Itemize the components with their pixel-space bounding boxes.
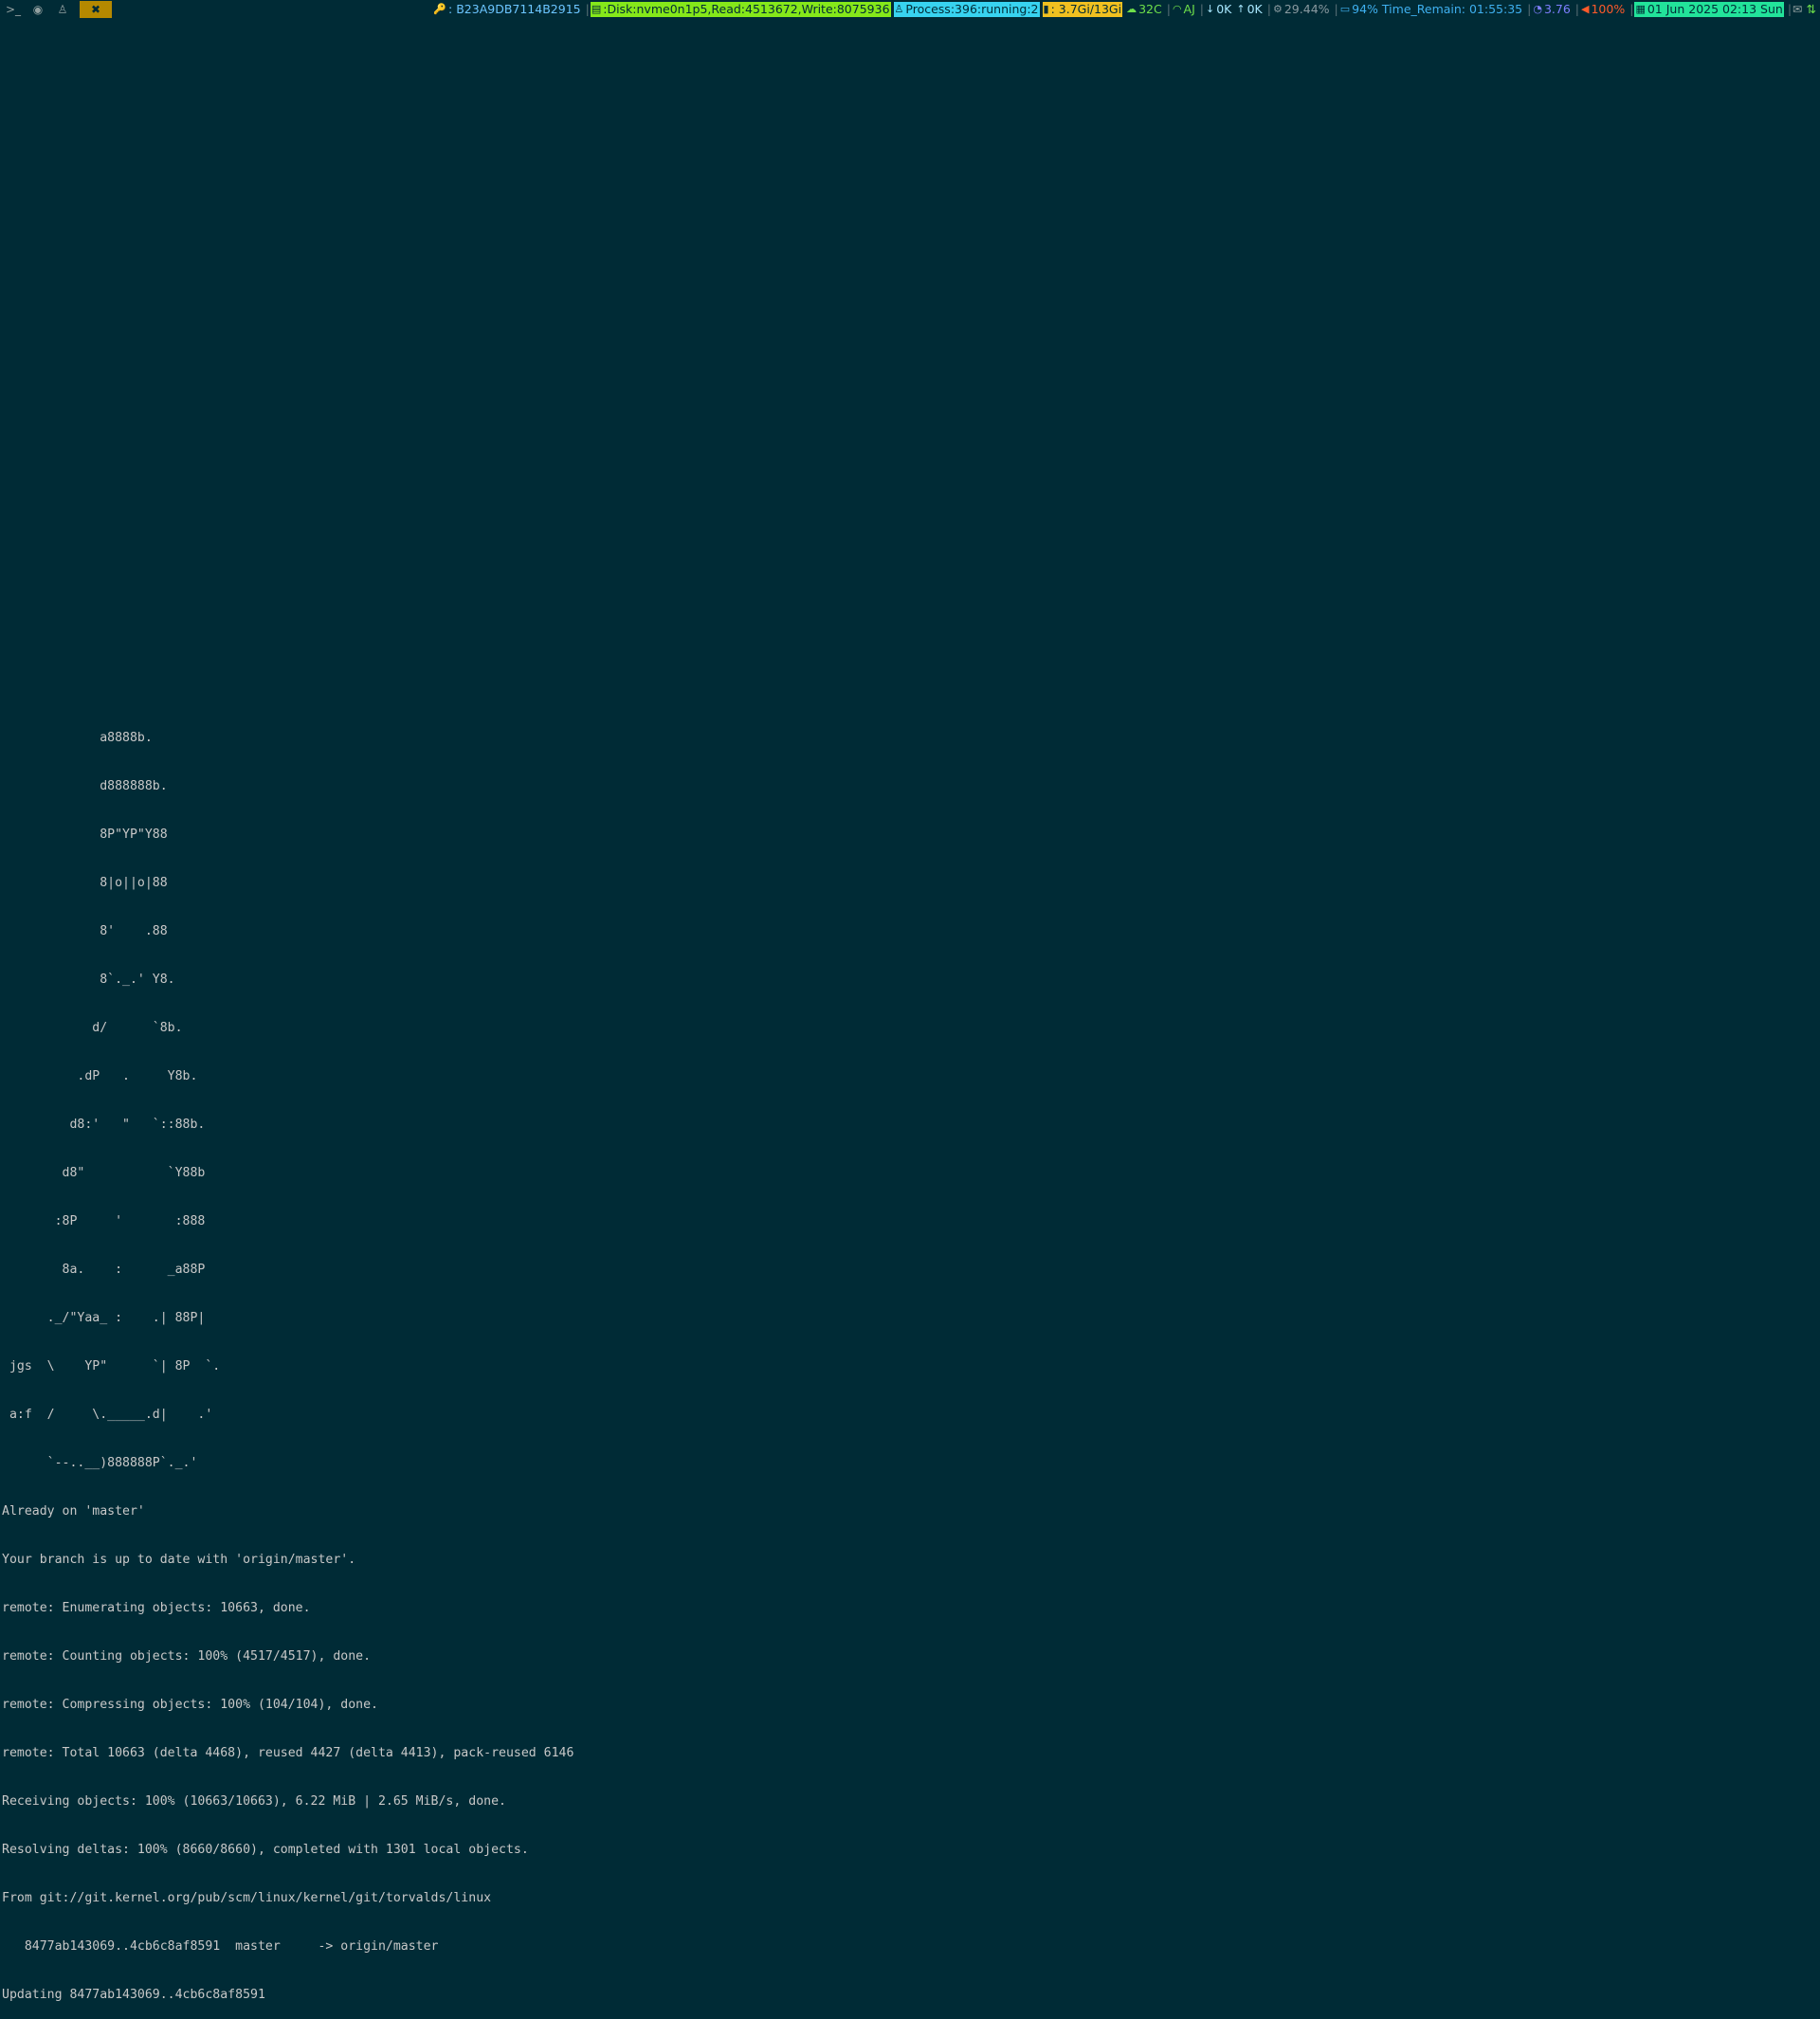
key-indicator: 🔑 : B23A9DB7114B2915 bbox=[432, 2, 581, 17]
battery-text: 94% Time_Remain: 01:55:35 bbox=[1352, 2, 1523, 16]
wifi-icon: ◠ bbox=[1172, 3, 1182, 15]
network-icon[interactable]: ⇅ bbox=[1807, 0, 1816, 19]
battery-icon: ▭ bbox=[1339, 3, 1351, 15]
date-text: 01 Jun 2025 02:13 Sun bbox=[1647, 2, 1783, 16]
upload-text: 0K bbox=[1247, 2, 1263, 16]
wifi-indicator: ◠ AJ bbox=[1172, 2, 1196, 17]
separator: | bbox=[1574, 2, 1580, 16]
key-icon: 🔑 bbox=[433, 3, 447, 15]
separator: | bbox=[1787, 2, 1793, 16]
cloud-icon: ☁ bbox=[1126, 3, 1138, 15]
volume-indicator[interactable]: ◀ 100% bbox=[1580, 2, 1626, 17]
terminal-line: d8:' " `::88b. bbox=[2, 1118, 206, 1132]
separator: | bbox=[1199, 2, 1205, 16]
chart-icon: ▮ bbox=[1043, 3, 1049, 15]
download-indicator: ↓ 0K bbox=[1205, 2, 1232, 17]
workspace-tools[interactable]: ✖ bbox=[80, 1, 112, 18]
separator: | bbox=[1629, 2, 1634, 16]
linux-icon: ♙ bbox=[57, 3, 68, 16]
speaker-icon: ◀ bbox=[1581, 3, 1590, 15]
workspace-linux[interactable]: ♙ bbox=[51, 1, 74, 18]
terminal-line: a8888b. bbox=[2, 731, 153, 745]
terminal-line: 8`._.' Y8. bbox=[2, 973, 175, 987]
disk-text: :Disk:nvme0n1p5,Read:4513672,Write:80759… bbox=[603, 2, 890, 16]
terminal-line: Resolving deltas: 100% (8660/8660), comp… bbox=[2, 1843, 529, 1857]
disk-indicator: ▤ :Disk:nvme0n1p5,Read:4513672,Write:807… bbox=[590, 2, 891, 17]
battery-indicator: ▭ 94% Time_Remain: 01:55:35 bbox=[1339, 2, 1523, 17]
terminal-line: ._/"Yaa_ : .| 88P| bbox=[2, 1311, 206, 1325]
terminal-output[interactable]: a8888b. d888888b. 8P"YP"Y88 8|o||o|88 8'… bbox=[2, 698, 1803, 2019]
workspace-browser[interactable]: ◉ bbox=[27, 1, 49, 18]
terminal-line: jgs \ YP" `| 8P `. bbox=[2, 1359, 221, 1373]
terminal-icon: >_ bbox=[5, 3, 22, 16]
separator: | bbox=[1166, 2, 1171, 16]
key-text: : B23A9DB7114B2915 bbox=[448, 2, 581, 16]
terminal-line: 8477ab143069..4cb6c8af8591 master -> ori… bbox=[2, 1939, 439, 1954]
arrow-down-icon: ↓ bbox=[1206, 3, 1215, 15]
workspace-terminal[interactable]: >_ bbox=[2, 1, 25, 18]
process-indicator: ♙ Process:396:running:2 bbox=[893, 2, 1040, 17]
terminal-line: 8' .88 bbox=[2, 924, 168, 938]
separator: | bbox=[1334, 2, 1338, 16]
memory-text: : 3.7Gi/13Gi bbox=[1050, 2, 1122, 16]
date-indicator[interactable]: ▦ 01 Jun 2025 02:13 Sun bbox=[1634, 2, 1784, 17]
terminal-line: .dP . Y8b. bbox=[2, 1069, 198, 1083]
download-text: 0K bbox=[1216, 2, 1232, 16]
terminal-line: 8|o||o|88 bbox=[2, 876, 168, 890]
terminal-line: d8" `Y88b bbox=[2, 1166, 206, 1180]
load-indicator: ◔ 3.76 bbox=[1532, 2, 1571, 17]
separator: | bbox=[1266, 2, 1271, 16]
process-text: Process:396:running:2 bbox=[905, 2, 1039, 16]
gauge-icon: ◔ bbox=[1533, 3, 1542, 15]
temperature-text: 32C bbox=[1138, 2, 1162, 16]
calendar-icon: ▦ bbox=[1635, 3, 1646, 15]
mail-icon[interactable]: ✉ bbox=[1793, 0, 1802, 19]
terminal-line: remote: Counting objects: 100% (4517/451… bbox=[2, 1649, 372, 1664]
terminal-line: d/ `8b. bbox=[2, 1021, 183, 1035]
terminal-line: From git://git.kernel.org/pub/scm/linux/… bbox=[2, 1891, 492, 1905]
browser-icon: ◉ bbox=[32, 3, 44, 16]
wifi-text: AJ bbox=[1183, 2, 1195, 16]
terminal-line: remote: Enumerating objects: 10663, done… bbox=[2, 1601, 311, 1615]
upload-indicator: ↑ 0K bbox=[1235, 2, 1263, 17]
cpu-text: 29.44% bbox=[1283, 2, 1330, 16]
disk-icon: ▤ bbox=[591, 3, 602, 15]
linux-icon: ♙ bbox=[894, 3, 904, 15]
terminal-line: d888888b. bbox=[2, 779, 168, 793]
terminal-line: Updating 8477ab143069..4cb6c8af8591 bbox=[2, 1988, 265, 2002]
terminal-line: 8a. : _a88P bbox=[2, 1263, 206, 1277]
memory-indicator: ▮ : 3.7Gi/13Gi bbox=[1042, 2, 1123, 17]
temperature-indicator: ☁ 32C bbox=[1125, 2, 1163, 17]
separator: | bbox=[1527, 2, 1532, 16]
separator: | bbox=[585, 2, 590, 16]
status-bar: >_ ◉ ♙ ✖ 🔑 : B23A9DB7114B2915 | ▤ :Disk:… bbox=[0, 0, 1820, 19]
terminal-line: remote: Compressing objects: 100% (104/1… bbox=[2, 1698, 378, 1712]
load-text: 3.76 bbox=[1543, 2, 1571, 16]
gear-icon: ⚙ bbox=[1272, 3, 1283, 15]
terminal-line: remote: Total 10663 (delta 4468), reused… bbox=[2, 1746, 574, 1760]
terminal-line: Already on 'master' bbox=[2, 1504, 145, 1519]
terminal-line: `--..__)888888P`._.' bbox=[2, 1456, 198, 1470]
terminal-line: 8P"YP"Y88 bbox=[2, 828, 168, 842]
terminal-line: :8P ' :888 bbox=[2, 1214, 206, 1228]
volume-text: 100% bbox=[1591, 2, 1626, 16]
terminal-line: Your branch is up to date with 'origin/m… bbox=[2, 1553, 356, 1567]
terminal-line: a:f / \._____.d| .' bbox=[2, 1408, 213, 1422]
cpu-indicator: ⚙ 29.44% bbox=[1272, 2, 1331, 17]
terminal-line: Receiving objects: 100% (10663/10663), 6… bbox=[2, 1794, 506, 1809]
arrow-up-icon: ↑ bbox=[1236, 3, 1246, 15]
tools-icon: ✖ bbox=[90, 3, 101, 16]
